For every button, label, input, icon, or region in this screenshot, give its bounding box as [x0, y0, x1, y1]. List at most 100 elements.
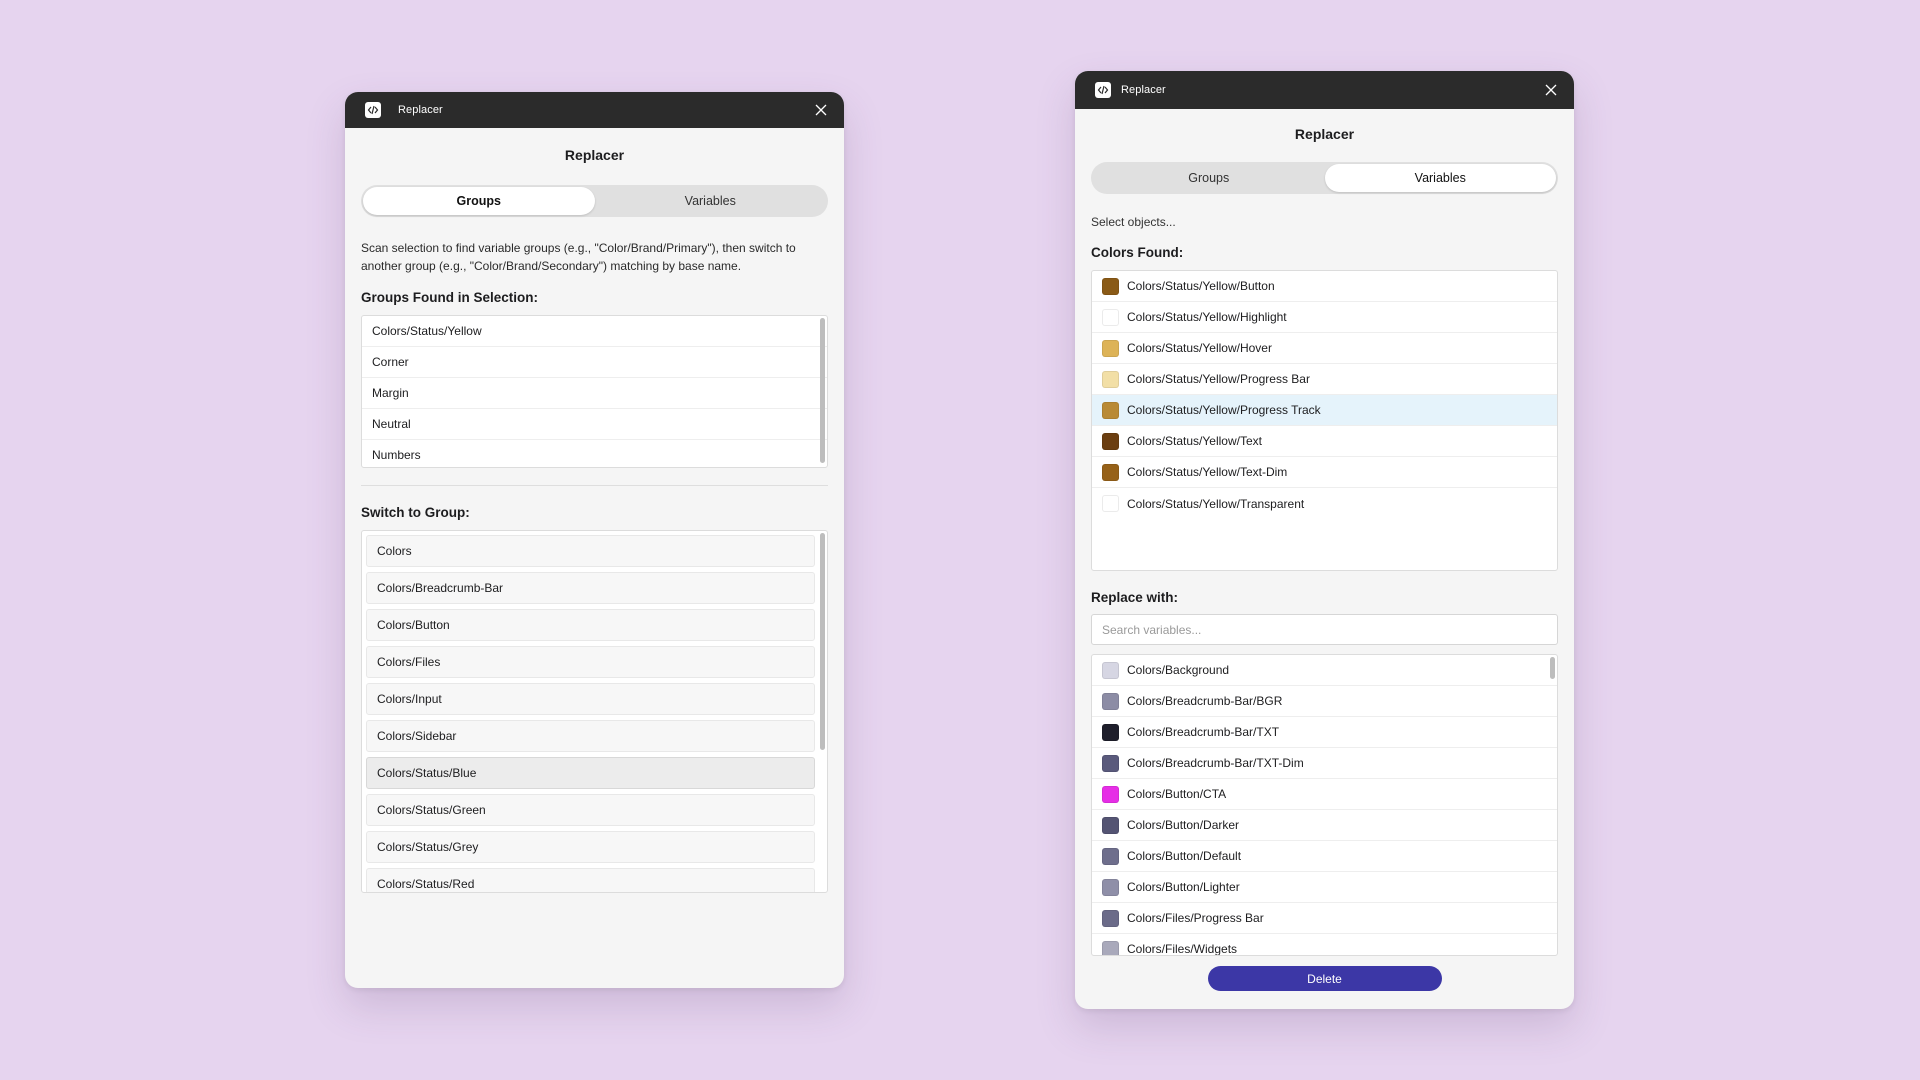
- panel-title: Replacer: [1294, 126, 1355, 142]
- title-bar: Replacer: [345, 92, 844, 128]
- color-row[interactable]: Colors/Status/Yellow/Text: [1092, 426, 1557, 457]
- color-swatch: [1102, 339, 1119, 357]
- list-item[interactable]: Numbers: [362, 440, 827, 467]
- color-name: Colors/Breadcrumb-Bar/BGR: [1127, 694, 1283, 708]
- list-item[interactable]: Colors/Sidebar: [366, 720, 815, 752]
- groups-found-list[interactable]: Colors/Status/Yellow Corner Margin Neutr…: [361, 315, 828, 468]
- color-row[interactable]: Colors/Status/Yellow/Progress Bar: [1092, 364, 1557, 395]
- tab-groups[interactable]: Groups: [1093, 164, 1325, 192]
- code-icon: [1095, 82, 1111, 98]
- color-row[interactable]: Colors/Breadcrumb-Bar/TXT: [1092, 717, 1557, 748]
- close-icon[interactable]: [812, 101, 830, 119]
- replacer-window-groups: Replacer Replacer Groups Variables Scan …: [345, 92, 844, 988]
- color-swatch: [1102, 816, 1119, 834]
- list-item[interactable]: Colors/Breadcrumb-Bar: [366, 572, 815, 604]
- replace-with-label: Replace with:: [1091, 590, 1179, 605]
- tab-switcher: Groups Variables: [361, 185, 828, 217]
- color-swatch: [1102, 754, 1119, 772]
- color-row[interactable]: Colors/Status/Yellow/Transparent: [1092, 488, 1557, 519]
- color-swatch: [1102, 940, 1119, 955]
- replace-options-list[interactable]: Colors/Background Colors/Breadcrumb-Bar/…: [1091, 654, 1558, 956]
- color-row[interactable]: Colors/Status/Yellow/Hover: [1092, 333, 1557, 364]
- list-item[interactable]: Colors/Files: [366, 646, 815, 678]
- color-name: Colors/Status/Yellow/Text-Dim: [1127, 465, 1288, 479]
- color-name: Colors/Status/Yellow/Highlight: [1127, 310, 1287, 324]
- color-row[interactable]: Colors/Button/CTA: [1092, 779, 1557, 810]
- tab-variables[interactable]: Variables: [1324, 164, 1556, 192]
- colors-found-list[interactable]: Colors/Status/Yellow/Button Colors/Statu…: [1091, 270, 1558, 571]
- window-title: Replacer: [1121, 84, 1166, 96]
- close-icon[interactable]: [1542, 81, 1560, 99]
- tab-variables[interactable]: Variables: [595, 187, 827, 215]
- color-row[interactable]: Colors/Status/Yellow/Text-Dim: [1092, 457, 1557, 488]
- color-row[interactable]: Colors/Status/Yellow/Highlight: [1092, 302, 1557, 333]
- color-row[interactable]: Colors/Breadcrumb-Bar/BGR: [1092, 686, 1557, 717]
- color-swatch: [1102, 692, 1119, 710]
- color-swatch: [1102, 495, 1119, 512]
- color-swatch: [1102, 723, 1119, 741]
- color-row[interactable]: Colors/Status/Yellow/Button: [1092, 271, 1557, 302]
- color-row[interactable]: Colors/Breadcrumb-Bar/TXT-Dim: [1092, 748, 1557, 779]
- color-swatch: [1102, 785, 1119, 803]
- tab-groups[interactable]: Groups: [363, 187, 595, 215]
- list-item[interactable]: Colors: [366, 535, 815, 567]
- color-swatch: [1102, 878, 1119, 896]
- search-variables-input[interactable]: [1091, 614, 1558, 645]
- color-name: Colors/Breadcrumb-Bar/TXT: [1127, 725, 1280, 739]
- color-swatch: [1102, 909, 1119, 927]
- scrollbar[interactable]: [820, 533, 825, 890]
- list-item[interactable]: Colors/Status/Grey: [366, 831, 815, 863]
- color-name: Colors/Button/Lighter: [1127, 880, 1240, 894]
- color-row-highlighted[interactable]: Colors/Status/Yellow/Progress Track: [1092, 395, 1557, 426]
- color-row[interactable]: Colors/Files/Progress Bar: [1092, 903, 1557, 934]
- window-title: Replacer: [398, 104, 443, 116]
- scrollbar-thumb[interactable]: [820, 533, 825, 750]
- list-item-selected[interactable]: Colors/Status/Blue: [366, 757, 815, 789]
- select-objects-hint: Select objects...: [1091, 215, 1176, 229]
- list-item[interactable]: Neutral: [362, 409, 827, 440]
- color-name: Colors/Button/CTA: [1127, 787, 1227, 801]
- list-item[interactable]: Colors/Status/Yellow: [362, 316, 827, 347]
- color-row[interactable]: Colors/Files/Widgets: [1092, 934, 1557, 956]
- list-item[interactable]: Margin: [362, 378, 827, 409]
- list-item[interactable]: Corner: [362, 347, 827, 378]
- list-item[interactable]: Colors/Input: [366, 683, 815, 715]
- replacer-window-variables: Replacer Replacer Groups Variables Selec…: [1075, 71, 1574, 1009]
- divider: [361, 485, 828, 486]
- switch-to-group-label: Switch to Group:: [361, 505, 470, 520]
- scrollbar-thumb[interactable]: [820, 318, 825, 463]
- code-icon: [365, 102, 381, 118]
- color-name: Colors/Breadcrumb-Bar/TXT-Dim: [1127, 756, 1304, 770]
- color-name: Colors/Files/Widgets: [1127, 942, 1238, 956]
- color-name: Colors/Button/Darker: [1127, 818, 1240, 832]
- color-name: Colors/Status/Yellow/Transparent: [1127, 496, 1305, 511]
- color-name: Colors/Status/Yellow/Progress Track: [1127, 403, 1321, 417]
- color-swatch: [1102, 661, 1119, 679]
- color-name: Colors/Status/Yellow/Text: [1127, 434, 1262, 448]
- groups-found-label: Groups Found in Selection:: [361, 290, 538, 305]
- description-text: Scan selection to find variable groups (…: [361, 241, 796, 273]
- color-swatch: [1102, 847, 1119, 865]
- color-row[interactable]: Colors/Button/Darker: [1092, 810, 1557, 841]
- switch-group-list[interactable]: Colors Colors/Breadcrumb-Bar Colors/Butt…: [361, 530, 828, 893]
- tab-switcher: Groups Variables: [1091, 162, 1558, 194]
- list-item[interactable]: Colors/Button: [366, 609, 815, 641]
- color-swatch: [1102, 401, 1119, 419]
- list-item[interactable]: Colors/Status/Green: [366, 794, 815, 826]
- delete-button[interactable]: Delete: [1207, 966, 1442, 991]
- list-item[interactable]: Colors/Status/Red: [366, 868, 815, 892]
- color-name: Colors/Background: [1127, 663, 1230, 677]
- color-swatch: [1102, 277, 1119, 295]
- color-name: Colors/Status/Yellow/Hover: [1127, 341, 1272, 355]
- color-swatch: [1102, 370, 1119, 388]
- scrollbar[interactable]: [820, 318, 825, 465]
- scrollbar-thumb[interactable]: [1550, 657, 1555, 679]
- colors-found-label: Colors Found:: [1091, 245, 1184, 260]
- color-name: Colors/Files/Progress Bar: [1127, 911, 1264, 925]
- color-name: Colors/Button/Default: [1127, 849, 1242, 863]
- color-row[interactable]: Colors/Button/Default: [1092, 841, 1557, 872]
- scrollbar[interactable]: [1550, 657, 1555, 953]
- title-bar: Replacer: [1075, 71, 1574, 109]
- color-row[interactable]: Colors/Background: [1092, 655, 1557, 686]
- color-row[interactable]: Colors/Button/Lighter: [1092, 872, 1557, 903]
